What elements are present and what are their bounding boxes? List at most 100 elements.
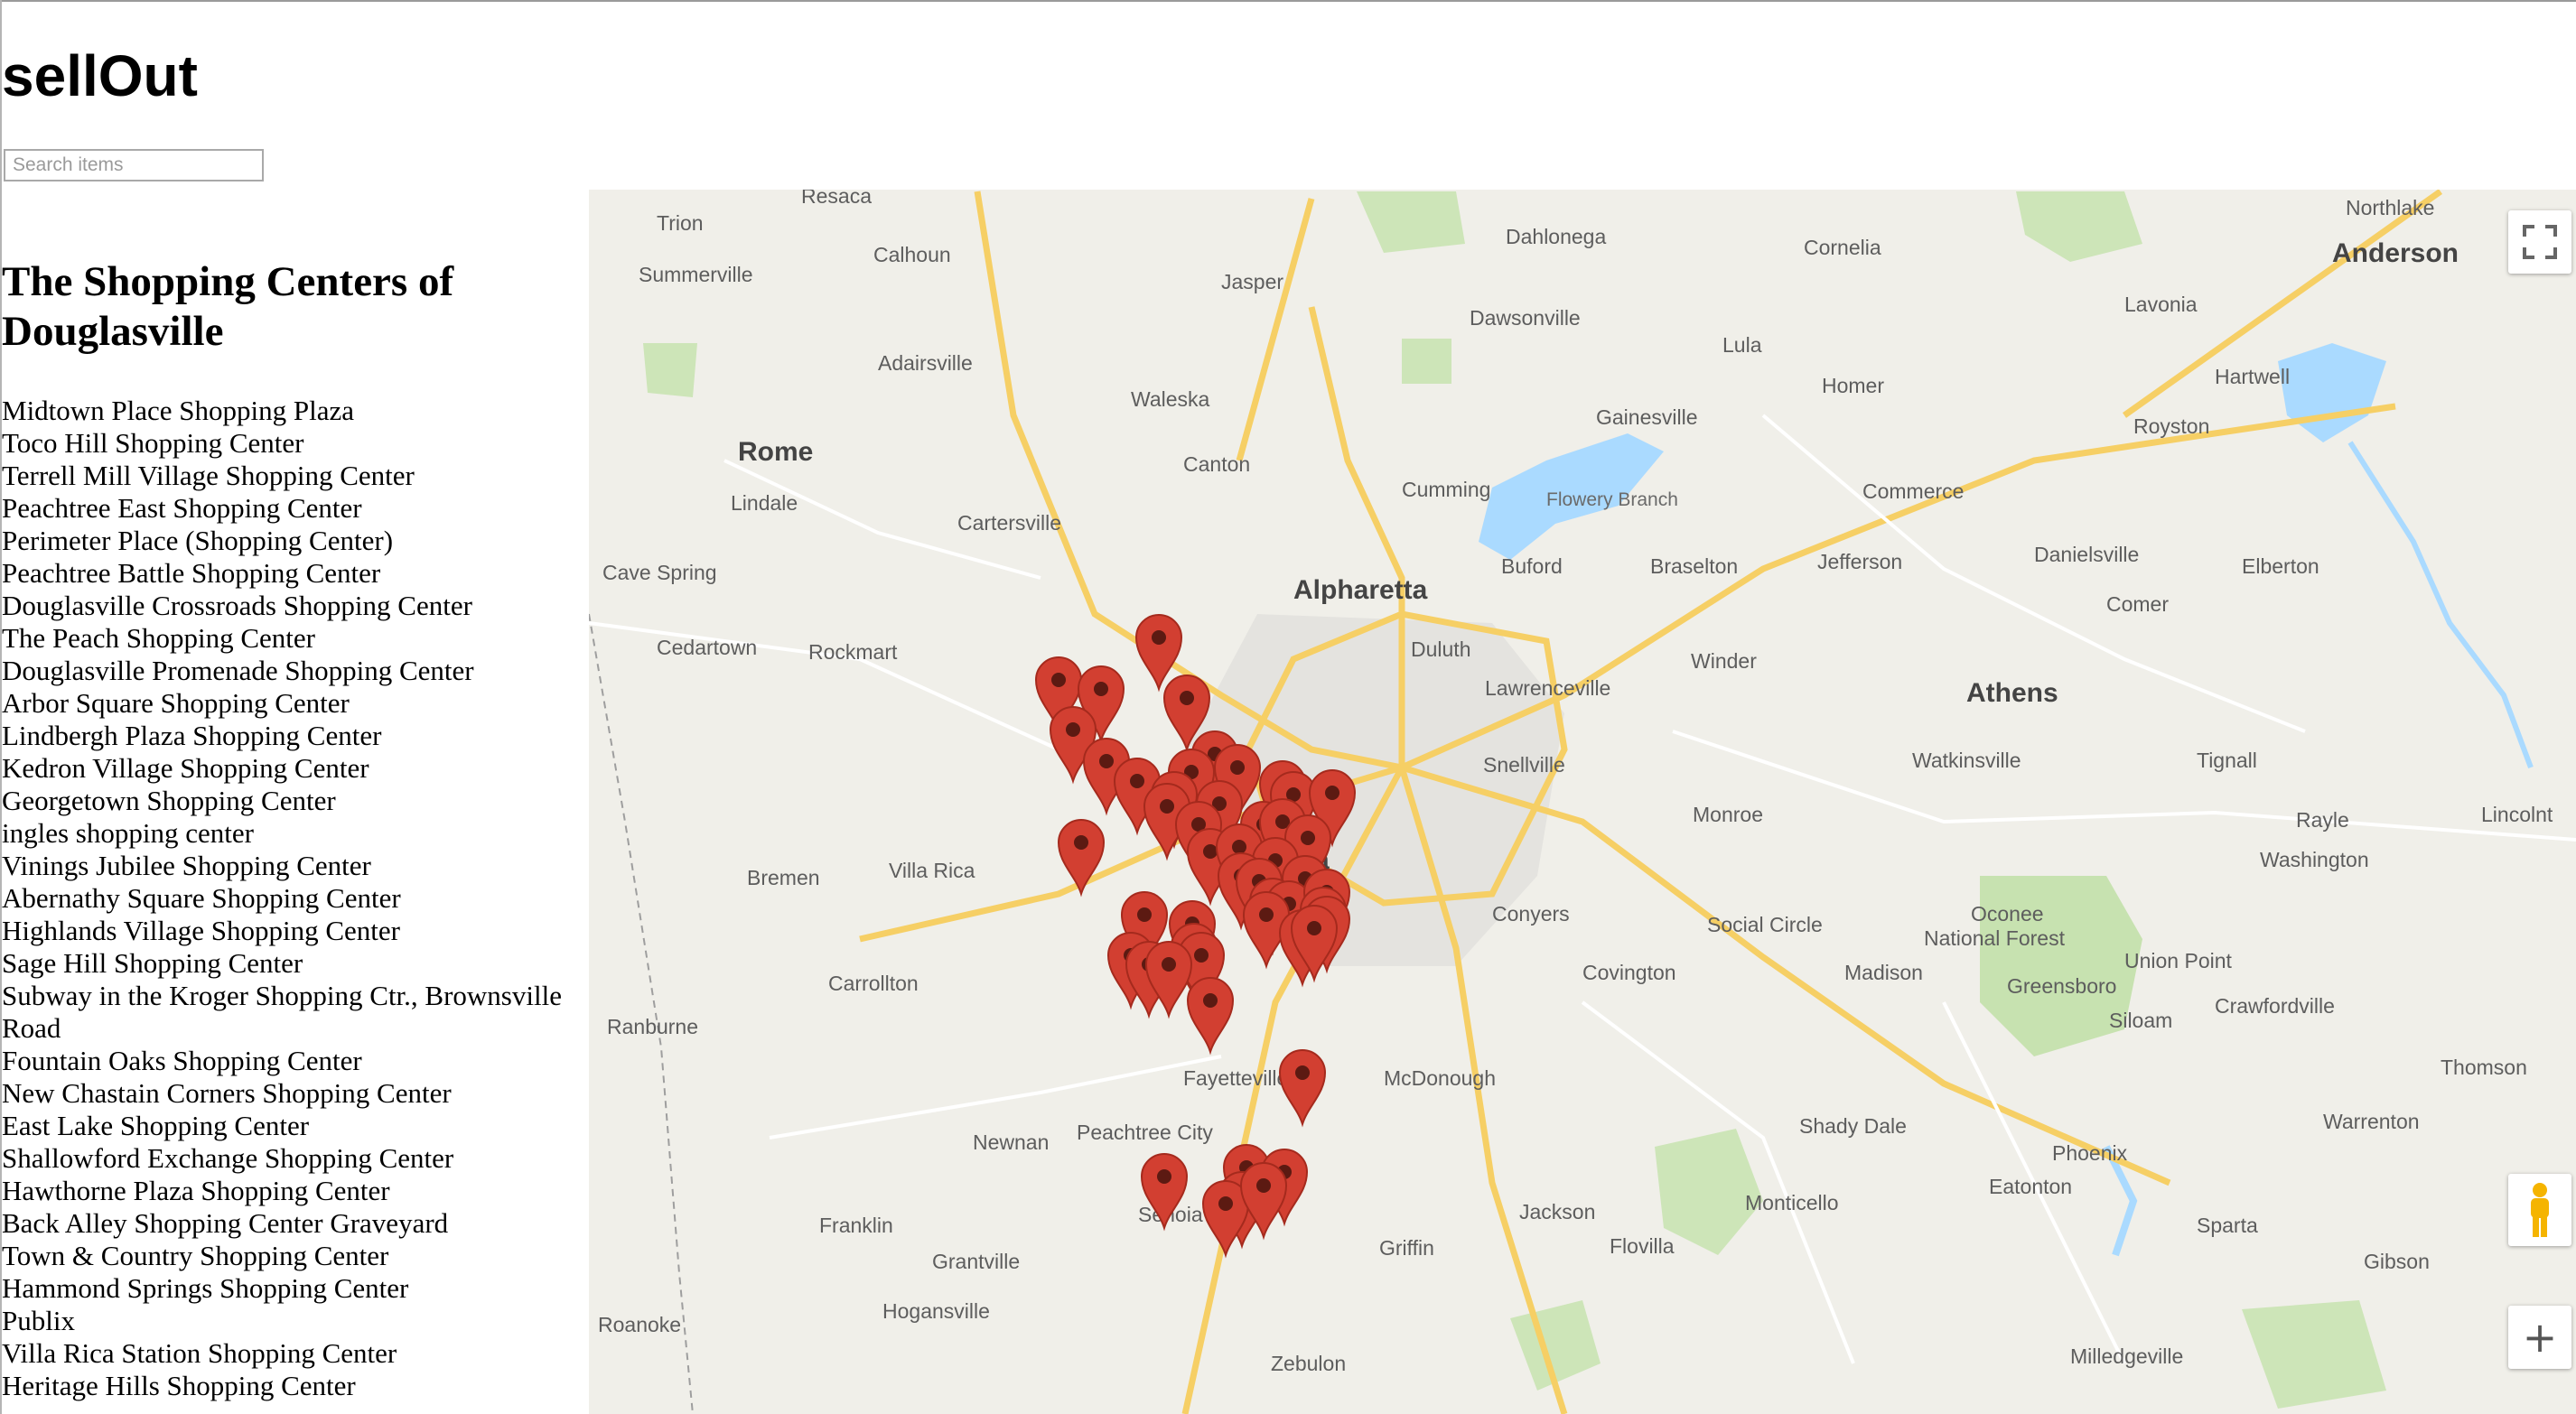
- map-place-label: Hartwell: [2215, 365, 2290, 388]
- shopping-center-item[interactable]: Shallowford Exchange Shopping Center: [2, 1142, 583, 1175]
- shopping-center-item[interactable]: Douglasville Crossroads Shopping Center: [2, 590, 583, 622]
- map-place-label: Cornelia: [1804, 236, 1881, 259]
- map-place-label: Trion: [657, 211, 704, 235]
- map-place-label: Jefferson: [1817, 550, 1902, 573]
- map-place-label: Flowery Branch: [1546, 489, 1678, 510]
- map-place-label: Elberton: [2242, 554, 2319, 578]
- map-place-label: Homer: [1822, 374, 1884, 397]
- pegman-icon: [2531, 1183, 2549, 1237]
- map-place-label: Villa Rica: [889, 859, 975, 882]
- map-place-label: Northlake: [2346, 196, 2434, 219]
- shopping-center-item[interactable]: Kedron Village Shopping Center: [2, 752, 583, 785]
- map-place-label: Newnan: [973, 1130, 1049, 1154]
- map-marker[interactable]: [1186, 977, 1235, 1056]
- map-place-label: Crawfordville: [2215, 994, 2335, 1018]
- map-place-label: Athens: [1966, 678, 2058, 708]
- shopping-center-item[interactable]: Peachtree East Shopping Center: [2, 492, 583, 525]
- shopping-center-item[interactable]: East Lake Shopping Center: [2, 1110, 583, 1142]
- map-place-label: Sparta: [2197, 1214, 2258, 1237]
- map-place-label: Shady Dale: [1799, 1114, 1907, 1138]
- shopping-center-item[interactable]: Heritage Hills Shopping Center: [2, 1370, 583, 1402]
- search-input[interactable]: [4, 149, 264, 181]
- map-place-label: Waleska: [1131, 387, 1210, 411]
- shopping-center-item[interactable]: Midtown Place Shopping Plaza: [2, 395, 583, 427]
- map-place-label: Summerville: [639, 263, 753, 286]
- map-place-label: Rockmart: [808, 640, 898, 664]
- map-place-label: Cedartown: [657, 636, 757, 659]
- shopping-center-item[interactable]: The Peach Shopping Center: [2, 622, 583, 655]
- shopping-center-item[interactable]: New Chastain Corners Shopping Center: [2, 1077, 583, 1110]
- shopping-center-item[interactable]: Douglasville Promenade Shopping Center: [2, 655, 583, 687]
- map-place-label: Gainesville: [1596, 405, 1698, 429]
- map-place-label: Cumming: [1402, 478, 1490, 501]
- map-place-label: Zebulon: [1271, 1352, 1346, 1375]
- map-place-label: Warrenton: [2323, 1110, 2420, 1133]
- map-place-label: Grantville: [932, 1250, 1020, 1273]
- map-place-label: Roanoke: [598, 1313, 681, 1336]
- shopping-center-item[interactable]: Sage Hill Shopping Center: [2, 947, 583, 980]
- map-marker[interactable]: [1278, 1049, 1327, 1128]
- map-place-label: Monticello: [1745, 1191, 1839, 1214]
- map[interactable]: Resaca Trion Calhoun Summerville Dahlonega Co…: [589, 190, 2576, 1414]
- map-place-label: Eatonton: [1989, 1175, 2072, 1198]
- map-place-label: Lindale: [731, 491, 798, 515]
- map-place-label: Royston: [2133, 414, 2209, 438]
- map-place-label: Lincolnt: [2481, 803, 2553, 826]
- plus-icon: +: [2522, 1313, 2558, 1362]
- map-place-label: Commerce: [1862, 479, 1964, 503]
- map-place-label: Braselton: [1650, 554, 1738, 578]
- map-place-label: Conyers: [1492, 902, 1570, 926]
- map-place-label: Hogansville: [882, 1299, 990, 1323]
- shopping-center-item[interactable]: Terrell Mill Village Shopping Center: [2, 460, 583, 492]
- shopping-center-item[interactable]: Toco Hill Shopping Center: [2, 427, 583, 460]
- map-place-label: Jackson: [1519, 1200, 1595, 1223]
- map-place-label: Winder: [1691, 649, 1757, 673]
- map-marker[interactable]: [1057, 819, 1106, 898]
- shopping-center-item[interactable]: Fountain Oaks Shopping Center: [2, 1045, 583, 1077]
- map-marker[interactable]: [1134, 614, 1183, 693]
- app-title: sellOut: [2, 43, 198, 108]
- shopping-center-item[interactable]: Peachtree Battle Shopping Center: [2, 557, 583, 590]
- fullscreen-button[interactable]: [2508, 210, 2571, 274]
- map-place-label: Anderson: [2332, 238, 2459, 268]
- shopping-center-item[interactable]: Vinings Jubilee Shopping Center: [2, 850, 583, 882]
- map-place-label: Lavonia: [2124, 293, 2198, 316]
- map-place-label: Monroe: [1693, 803, 1763, 826]
- map-place-label: Dawsonville: [1470, 306, 1581, 330]
- shopping-center-item[interactable]: Abernathy Square Shopping Center: [2, 882, 583, 915]
- shopping-center-item[interactable]: Hawthorne Plaza Shopping Center: [2, 1175, 583, 1207]
- street-view-pegman[interactable]: [2508, 1174, 2571, 1246]
- shopping-center-item[interactable]: Town & Country Shopping Center: [2, 1240, 583, 1272]
- window-top-border: [0, 0, 2576, 2]
- shopping-center-item[interactable]: Publix: [2, 1305, 583, 1337]
- map-place-label: Lula: [1722, 333, 1762, 357]
- map-place-label: Calhoun: [873, 243, 951, 266]
- map-place-label: Phoenix: [2052, 1141, 2128, 1165]
- map-base: Resaca Trion Calhoun Summerville Dahlonega Co…: [589, 190, 2576, 1414]
- map-place-label: Milledgeville: [2070, 1344, 2183, 1368]
- map-place-label: Danielsville: [2034, 543, 2139, 566]
- shopping-center-item[interactable]: Back Alley Shopping Center Graveyard: [2, 1207, 583, 1240]
- map-place-label: Tignall: [2197, 749, 2257, 772]
- shopping-center-item[interactable]: ingles shopping center: [2, 817, 583, 850]
- map-place-label: Union Point: [2124, 949, 2233, 972]
- shopping-center-item[interactable]: Highlands Village Shopping Center: [2, 915, 583, 947]
- map-place-label: Siloam: [2109, 1009, 2172, 1032]
- shopping-center-item[interactable]: Perimeter Place (Shopping Center): [2, 525, 583, 557]
- map-place-label: Flovilla: [1610, 1234, 1675, 1258]
- map-place-label: Snellville: [1483, 753, 1565, 777]
- map-place-label: Carrollton: [828, 972, 919, 995]
- map-labels: Resaca Trion Calhoun Summerville Dahlonega Co…: [598, 190, 2553, 1375]
- shopping-center-item[interactable]: Arbor Square Shopping Center: [2, 687, 583, 720]
- map-place-label: Washington: [2260, 848, 2369, 871]
- shopping-center-item[interactable]: Lindbergh Plaza Shopping Center: [2, 720, 583, 752]
- zoom-in-button[interactable]: +: [2508, 1306, 2571, 1369]
- map-place-label: Watkinsville: [1912, 749, 2021, 772]
- shopping-center-item[interactable]: Villa Rica Station Shopping Center: [2, 1337, 583, 1370]
- shopping-center-item[interactable]: Georgetown Shopping Center: [2, 785, 583, 817]
- map-place-label: Greensboro: [2007, 974, 2116, 998]
- shopping-center-item[interactable]: Subway in the Kroger Shopping Ctr., Brow…: [2, 980, 583, 1045]
- shopping-center-item[interactable]: Hammond Springs Shopping Center: [2, 1272, 583, 1305]
- map-place-label: Thomson: [2441, 1056, 2527, 1079]
- map-place-label: Cartersville: [957, 511, 1061, 535]
